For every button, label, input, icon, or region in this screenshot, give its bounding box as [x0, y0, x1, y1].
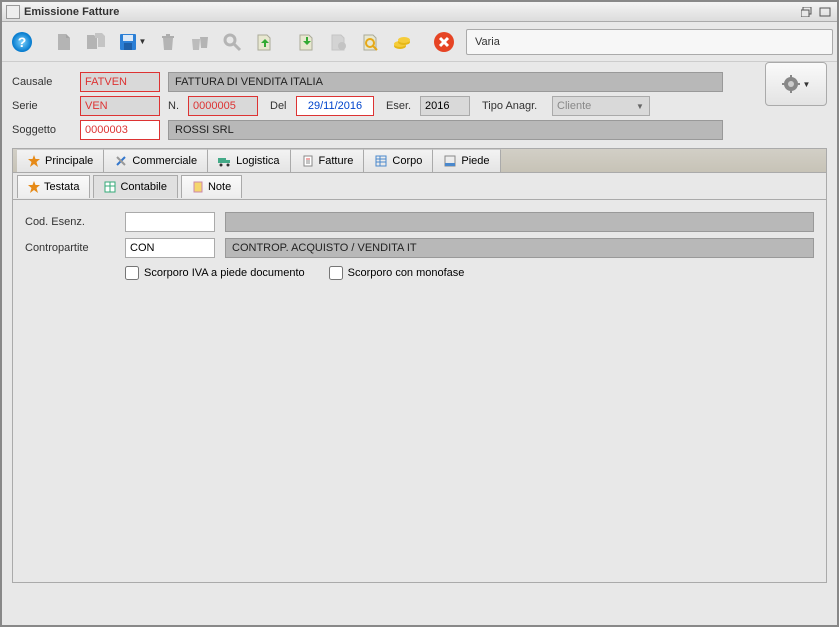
dropdown-arrow-icon: ▼ — [139, 37, 147, 46]
tipo-anagr-combo[interactable]: Cliente ▼ — [552, 96, 650, 116]
svg-text:?: ? — [18, 34, 27, 50]
star-icon — [27, 154, 41, 168]
app-icon — [6, 5, 20, 19]
contabile-pane: Cod. Esenz. Contropartite CONTROP. ACQUI… — [13, 199, 826, 582]
cod-esenz-desc — [225, 212, 814, 232]
primary-tabs: Principale Commerciale Logistica Fatture… — [13, 149, 826, 173]
chevron-down-icon: ▼ — [633, 99, 647, 113]
doc-action-button — [324, 28, 352, 56]
help-button[interactable]: ? — [8, 28, 36, 56]
delete-multi-button — [186, 28, 214, 56]
soggetto-input[interactable] — [80, 120, 160, 140]
window-restore-button[interactable] — [799, 5, 815, 19]
tab-label: Testata — [44, 181, 79, 193]
serie-label: Serie — [12, 100, 80, 112]
causale-input[interactable] — [80, 72, 160, 92]
checkbox-label: Scorporo con monofase — [348, 267, 465, 279]
tab-label: Contabile — [120, 181, 166, 193]
numero-input[interactable] — [188, 96, 258, 116]
tab-contabile[interactable]: Contabile — [93, 175, 177, 198]
tools-icon — [114, 154, 128, 168]
del-input[interactable] — [296, 96, 374, 116]
tab-commerciale[interactable]: Commerciale — [104, 149, 208, 172]
tab-note[interactable]: Note — [181, 175, 242, 198]
cod-esenz-input[interactable] — [125, 212, 215, 232]
save-button[interactable]: ▼ — [114, 28, 150, 56]
footer-icon — [443, 154, 457, 168]
tab-logistica[interactable]: Logistica — [208, 149, 290, 172]
settings-button[interactable]: ▼ — [765, 62, 827, 106]
soggetto-label: Soggetto — [12, 124, 80, 136]
tab-testata[interactable]: Testata — [17, 175, 90, 198]
tab-piede[interactable]: Piede — [433, 149, 500, 172]
tab-label: Piede — [461, 155, 489, 167]
delete-button — [154, 28, 182, 56]
tab-principale[interactable]: Principale — [17, 149, 104, 172]
new-button — [50, 28, 78, 56]
search-button — [218, 28, 246, 56]
tipo-anagr-label: Tipo Anagr. — [482, 100, 552, 112]
window-title: Emissione Fatture — [24, 6, 799, 18]
cancel-button[interactable] — [430, 28, 458, 56]
preview-button[interactable] — [356, 28, 384, 56]
cod-esenz-label: Cod. Esenz. — [25, 216, 125, 228]
coins-button[interactable] — [388, 28, 416, 56]
contropartite-desc: CONTROP. ACQUISTO / VENDITA IT — [225, 238, 814, 258]
note-icon — [192, 181, 204, 193]
tab-corpo[interactable]: Corpo — [364, 149, 433, 172]
ledger-icon — [104, 181, 116, 193]
import-button[interactable] — [250, 28, 278, 56]
del-label: Del — [270, 100, 296, 112]
toolbar-status: Varia — [466, 29, 833, 55]
soggetto-desc: ROSSI SRL — [168, 120, 723, 140]
causale-desc: FATTURA DI VENDITA ITALIA — [168, 72, 723, 92]
new-copy-button — [82, 28, 110, 56]
grid-icon — [374, 154, 388, 168]
tab-label: Fatture — [319, 155, 354, 167]
tab-label: Commerciale — [132, 155, 197, 167]
dropdown-arrow-icon: ▼ — [803, 80, 811, 89]
title-bar: Emissione Fatture — [2, 2, 837, 22]
star-icon — [28, 181, 40, 193]
checkbox-label: Scorporo IVA a piede documento — [144, 267, 305, 279]
numero-label: N. — [168, 100, 188, 112]
contropartite-label: Contropartite — [25, 242, 125, 254]
tab-label: Corpo — [392, 155, 422, 167]
gear-icon — [782, 75, 800, 93]
secondary-tabs: Testata Contabile Note — [13, 173, 826, 199]
serie-input[interactable] — [80, 96, 160, 116]
truck-icon — [218, 154, 232, 168]
tab-label: Principale — [45, 155, 93, 167]
contropartite-input[interactable] — [125, 238, 215, 258]
tipo-anagr-value: Cliente — [557, 100, 591, 112]
tab-label: Note — [208, 181, 231, 193]
causale-label: Causale — [12, 76, 80, 88]
toolbar: ? ▼ — [2, 22, 837, 62]
scorporo-iva-checkbox[interactable]: Scorporo IVA a piede documento — [125, 266, 305, 280]
document-icon — [301, 154, 315, 168]
export-button[interactable] — [292, 28, 320, 56]
scorporo-mono-checkbox[interactable]: Scorporo con monofase — [329, 266, 465, 280]
eser-input[interactable] — [420, 96, 470, 116]
checkbox-input[interactable] — [329, 266, 343, 280]
window-maximize-button[interactable] — [817, 5, 833, 19]
tab-label: Logistica — [236, 155, 279, 167]
checkbox-input[interactable] — [125, 266, 139, 280]
eser-label: Eser. — [386, 100, 420, 112]
tab-fatture[interactable]: Fatture — [291, 149, 365, 172]
